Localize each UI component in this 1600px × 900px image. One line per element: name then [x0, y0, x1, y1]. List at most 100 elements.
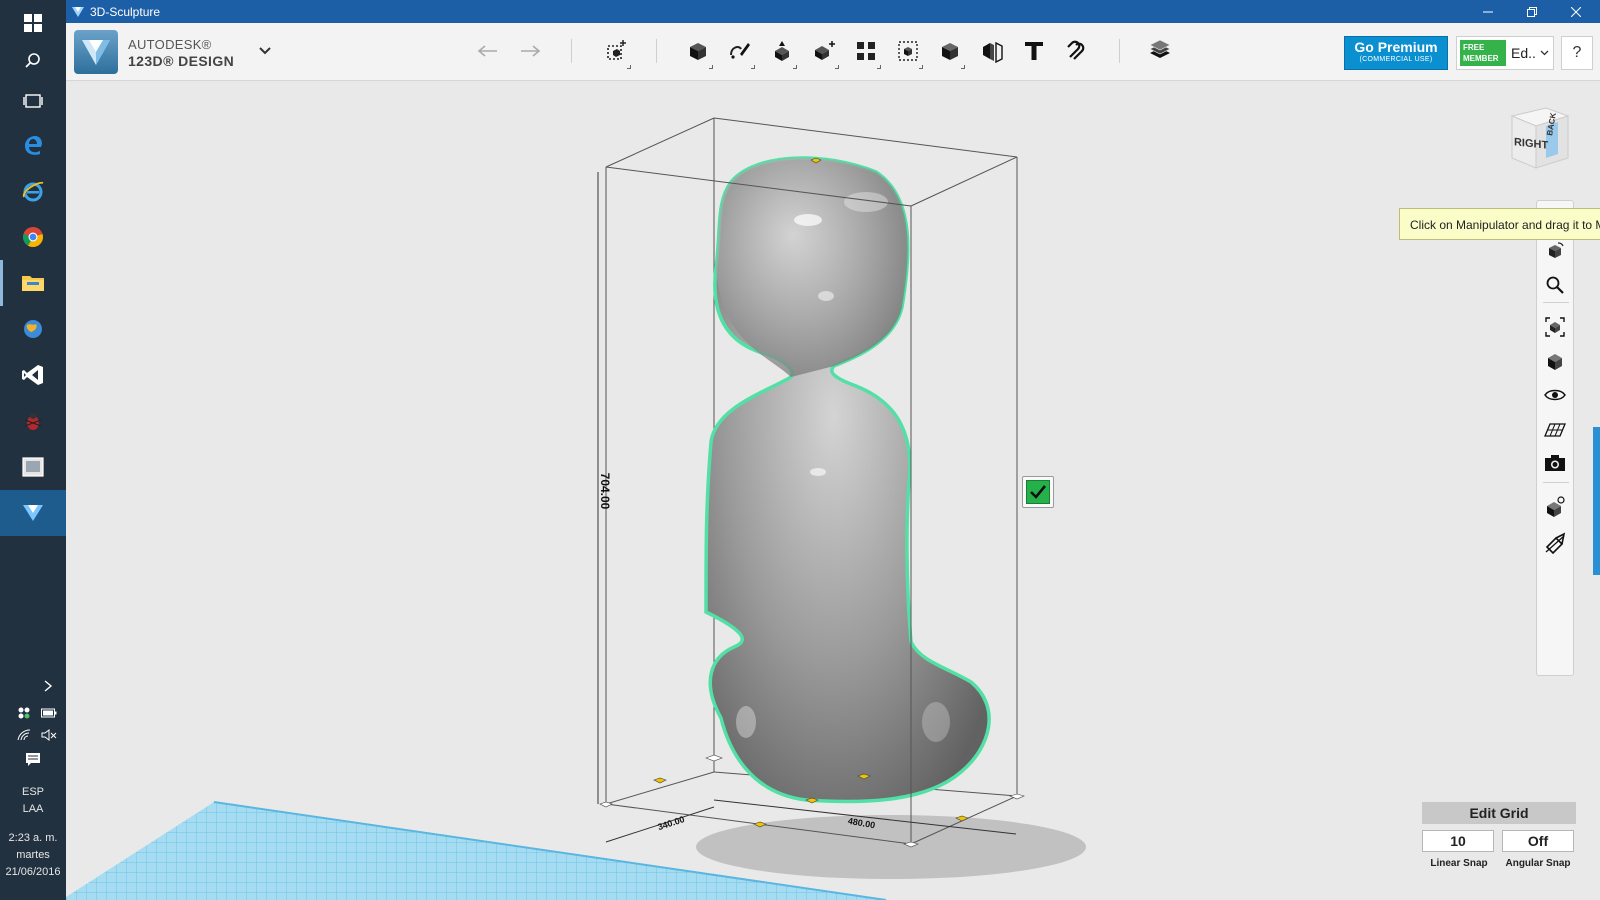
measure-icon — [983, 41, 1003, 63]
magnet-snap-icon — [1067, 40, 1085, 60]
perspective-button[interactable] — [1541, 347, 1569, 375]
camera-icon — [1545, 455, 1565, 471]
edge-icon — [25, 136, 42, 155]
fit-selected-icon — [1545, 317, 1565, 337]
user-name: Ed.. — [1511, 45, 1536, 61]
visibility-button[interactable] — [1541, 381, 1569, 409]
bug-app-button[interactable] — [0, 398, 66, 444]
angular-snap-field[interactable]: Off — [1502, 830, 1574, 852]
primitives-tool[interactable] — [682, 35, 714, 69]
height-dimension-label[interactable]: 704.00 — [598, 473, 612, 510]
snap-tool[interactable] — [1060, 35, 1092, 67]
submenu-indicator — [793, 65, 797, 69]
ie-app-button[interactable] — [0, 168, 66, 214]
3d-viewport[interactable]: 704.00 340.00 480.00 RIGHT BACK Click on… — [66, 82, 1600, 900]
badge-line2: MEMBER — [1463, 54, 1499, 63]
show-hidden-icons-button[interactable] — [38, 676, 58, 696]
scene[interactable]: 704.00 340.00 480.00 — [66, 82, 1600, 900]
confirm-checkbox — [1026, 480, 1050, 504]
battery-tray-button[interactable] — [38, 704, 60, 722]
submenu-indicator — [627, 65, 631, 69]
grid-settings-button[interactable] — [1541, 415, 1569, 443]
go-premium-button[interactable]: Go Premium (COMMERCIAL USE) — [1344, 36, 1448, 70]
linear-snap-field[interactable]: 10 — [1422, 830, 1494, 852]
browser-app-button[interactable] — [0, 306, 66, 352]
windows-icon — [24, 14, 42, 32]
angular-snap-label: Angular Snap — [1505, 858, 1571, 869]
primitives-icon — [690, 43, 706, 60]
visual-studio-button[interactable] — [0, 352, 66, 398]
clock-day: martes — [16, 849, 50, 861]
edge-app-button[interactable] — [0, 122, 66, 168]
perspective-cube-icon — [1548, 354, 1562, 370]
clock-time[interactable]: 2:23 a. m. — [0, 832, 66, 844]
confirm-edit-button[interactable] — [1022, 476, 1054, 508]
photos-app-button[interactable] — [0, 444, 66, 490]
transform-tool[interactable] — [600, 35, 632, 69]
eye-icon — [1544, 389, 1566, 401]
outline-view-button[interactable] — [1541, 529, 1569, 557]
account-menu[interactable]: FREE MEMBER Ed.. — [1456, 36, 1554, 70]
volume-tray-button[interactable] — [38, 726, 60, 744]
grouping-tool[interactable] — [892, 35, 924, 69]
sculpture-model[interactable] — [704, 156, 991, 804]
restore-icon — [1527, 6, 1537, 17]
orbit-button[interactable] — [1541, 237, 1569, 265]
app-menu-logo[interactable] — [74, 30, 118, 74]
view-cube[interactable]: RIGHT BACK — [1502, 102, 1572, 172]
zoom-button[interactable] — [1541, 271, 1569, 299]
width-dimension-label[interactable]: 340.00 — [656, 814, 685, 832]
app-menu-dropdown[interactable] — [258, 43, 272, 61]
wifi-icon — [17, 729, 31, 741]
notifications-button[interactable] — [22, 750, 44, 768]
redo-icon — [521, 45, 541, 57]
sketch-tool[interactable] — [724, 35, 756, 69]
construct-tool[interactable] — [766, 35, 798, 69]
redo-button[interactable] — [514, 35, 546, 67]
screenshot-button[interactable] — [1541, 449, 1569, 477]
edit-grid-button[interactable]: Edit Grid — [1422, 802, 1576, 824]
app-icon — [72, 6, 84, 17]
submenu-indicator — [835, 65, 839, 69]
modify-tool[interactable] — [808, 35, 840, 69]
task-view-button[interactable] — [0, 78, 66, 124]
linear-snap-label: Linear Snap — [1430, 858, 1488, 869]
brand-autodesk: AUTODESK® — [128, 37, 212, 52]
material-view-button[interactable] — [1541, 493, 1569, 521]
123d-design-button[interactable] — [0, 490, 66, 536]
modify-icon — [815, 41, 835, 60]
internet-explorer-icon — [22, 181, 44, 202]
fit-view-button[interactable] — [1541, 313, 1569, 341]
restore-button[interactable] — [1510, 0, 1554, 23]
network-tray-button[interactable] — [14, 704, 34, 722]
pattern-tool[interactable] — [850, 35, 882, 69]
chevron-down-icon — [1540, 50, 1549, 56]
wifi-tray-button[interactable] — [14, 726, 34, 744]
navigation-bar — [1536, 200, 1574, 676]
task-view-icon — [23, 94, 43, 108]
chrome-app-button[interactable] — [0, 214, 66, 260]
input-language[interactable]: ESP — [0, 786, 66, 798]
chevron-right-icon — [44, 680, 53, 692]
grouping-icon — [898, 41, 918, 61]
submenu-indicator — [751, 65, 755, 69]
file-explorer-button[interactable] — [0, 260, 66, 306]
combine-tool[interactable] — [934, 35, 966, 69]
input-layout[interactable]: LAA — [0, 803, 66, 815]
measure-tool[interactable] — [976, 35, 1008, 67]
submenu-indicator — [919, 65, 923, 69]
material-tool[interactable] — [1144, 35, 1176, 67]
construct-icon — [775, 41, 789, 61]
undo-button[interactable] — [472, 35, 504, 67]
side-panel-tab[interactable] — [1593, 427, 1600, 575]
minimize-button[interactable] — [1466, 0, 1510, 23]
close-button[interactable] — [1554, 0, 1598, 23]
model-shadow — [696, 815, 1086, 879]
photos-icon — [22, 457, 44, 477]
undo-icon — [477, 45, 497, 57]
help-button[interactable]: ? — [1561, 36, 1593, 70]
text-tool[interactable] — [1018, 35, 1050, 67]
bug-icon — [24, 413, 42, 430]
toolbar-separator — [1119, 39, 1120, 63]
title-bar[interactable]: 3D-Sculpture — [66, 0, 1600, 23]
